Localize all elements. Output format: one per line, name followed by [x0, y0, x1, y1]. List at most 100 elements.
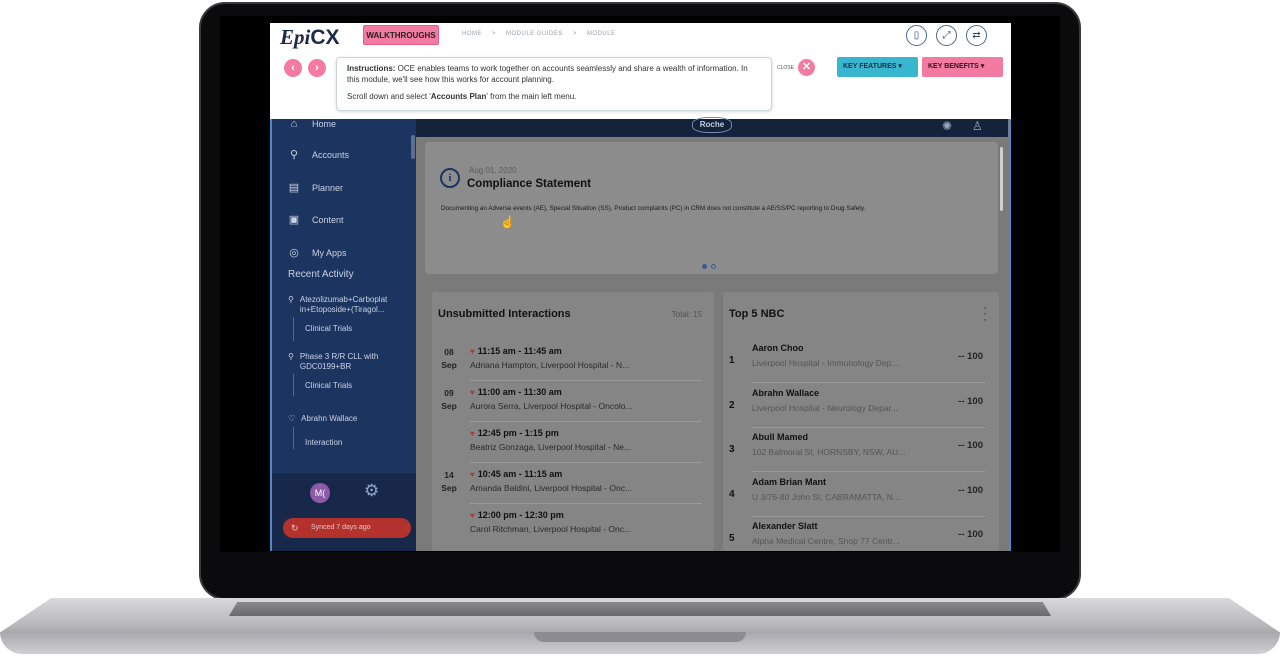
nbc-row[interactable]: 5 Alexander Slatt Alpha Medical Centre, …: [729, 521, 991, 551]
interaction-time-text: 12:45 pm - 1:15 pm: [477, 428, 559, 438]
heart-icon: ♥: [470, 511, 475, 520]
interaction-month: Sep: [441, 483, 457, 493]
tablet-icon[interactable]: ▯: [906, 25, 927, 46]
recent-activity-title: in+Etoposide+(Tiragol...: [299, 305, 385, 314]
nbc-detail: U 3/76-80 John St, CABRAMATTA, N...: [752, 492, 901, 502]
sidebar-item-planner[interactable]: ▤ Planner: [288, 179, 343, 197]
interaction-time-text: 10:45 am - 11:15 am: [477, 469, 563, 479]
interaction-time: ♥ 12:00 pm - 12:30 pm: [470, 510, 564, 520]
nbc-row[interactable]: 4 Adam Brian Mant U 3/76-80 John St, CAB…: [729, 477, 991, 521]
interaction-row[interactable]: 08 Sep ♥ 11:15 am - 11:45 am Adriana Hampt…: [438, 344, 704, 382]
recent-activity-item[interactable]: ♡ Abrahn Wallace: [288, 414, 357, 424]
walkthroughs-button[interactable]: WALKTHROUGHS: [363, 25, 439, 45]
interaction-time-text: 12:00 pm - 12:30 pm: [477, 510, 564, 520]
sync-status-button[interactable]: ↻ Synced 7 days ago: [283, 518, 411, 538]
interaction-time-text: 11:15 am - 11:45 am: [477, 346, 562, 356]
nbc-row[interactable]: 1 Aaron Choo Liverpool Hospital - Immuno…: [729, 343, 991, 387]
close-icon[interactable]: ✕: [798, 59, 815, 76]
info-icon: i: [440, 168, 460, 188]
heart-icon: ♥: [470, 388, 475, 397]
previous-step-button[interactable]: ‹: [284, 59, 302, 77]
recent-activity-item[interactable]: ⚲ Atezolizumab+Carboplat in+Etoposide+(Ti…: [288, 295, 387, 315]
sidebar-item-label: Content: [312, 215, 344, 225]
expand-icon[interactable]: ⤢: [936, 25, 957, 46]
more-menu-icon[interactable]: · · ·: [983, 301, 987, 325]
breadcrumb-module[interactable]: MODULE: [587, 31, 616, 37]
heart-icon: ♥: [470, 347, 475, 356]
instructions-box: Instructions: OCE enables teams to work …: [336, 57, 772, 111]
nbc-rank: 3: [729, 444, 735, 455]
nbc-row[interactable]: 3 Abull Mamed 102 Balmoral St, HORNSBY, …: [729, 432, 991, 476]
interaction-day: 09: [444, 388, 454, 398]
nbc-rank: 5: [729, 533, 735, 544]
roche-logo: Roche: [692, 117, 732, 133]
timeline-line: [293, 317, 294, 341]
key-benefits-label: KEY BENEFITS: [928, 63, 979, 70]
gear-icon[interactable]: ⚙: [364, 481, 379, 501]
row-divider: [752, 471, 985, 472]
carousel-dot-active[interactable]: [702, 264, 707, 269]
sidebar-item-accounts[interactable]: ⚲ Accounts: [288, 146, 349, 164]
key-features-button[interactable]: KEY FEATURES ▾: [837, 57, 918, 77]
step-navigation: ‹ ›: [284, 59, 326, 77]
sidebar-item-home[interactable]: ⌂ Home: [288, 115, 336, 133]
nbc-detail: 102 Balmoral St, HORNSBY, NSW, AU...: [752, 447, 906, 457]
clinical-trial-icon: ⚲: [288, 295, 294, 304]
interaction-date: 09 Sep: [438, 387, 460, 413]
sidebar-item-label: Home: [312, 119, 337, 129]
next-step-button[interactable]: ›: [308, 59, 326, 77]
hand-cursor-icon: ☝: [500, 215, 515, 229]
interaction-time: ♥ 11:15 am - 11:45 am: [470, 346, 562, 356]
main-scrollbar[interactable]: [1000, 147, 1003, 211]
breadcrumb-module-guides[interactable]: MODULE GUIDES: [506, 31, 563, 37]
breadcrumb-home[interactable]: HOME: [462, 31, 482, 37]
apps-icon: ◎: [289, 247, 299, 259]
chevron-down-icon: ▾: [980, 63, 985, 70]
nbc-row[interactable]: 2 Abrahn Wallace Liverpool Hospital - Ne…: [729, 388, 991, 432]
nbc-detail: Alpha Medical Centre, Shop 77 Centr...: [752, 536, 900, 546]
row-divider: [752, 382, 985, 383]
interaction-desc: Amanda Baldini, Liverpool Hospital - Onc…: [470, 483, 633, 493]
user-icon[interactable]: ♙: [972, 119, 983, 133]
presentation-icon: ▣: [288, 214, 300, 226]
sidebar-item-label: Accounts: [312, 150, 350, 160]
instructions-step-target: Accounts Plan: [430, 92, 487, 101]
key-benefits-button[interactable]: KEY BENEFITS ▾: [922, 57, 1003, 77]
interaction-desc: Adriana Hampton, Liverpool Hospital - N.…: [470, 360, 630, 370]
recent-activity-item[interactable]: ⚲ Phase 3 R/R CLL with GDC0199+BR: [288, 352, 378, 372]
interaction-day: 14: [444, 470, 454, 480]
avatar[interactable]: M(: [310, 483, 330, 503]
panel-total: Total: 15: [671, 310, 702, 319]
recent-activity-title: GDC0199+BR: [299, 362, 352, 371]
brand-logo: EpiCX: [280, 25, 340, 50]
brand-prefix: Epi: [280, 25, 311, 49]
unsubmitted-interactions-panel: Unsubmitted Interactions Total: 15 08 Sep…: [432, 292, 714, 551]
sidebar-item-content[interactable]: ▣ Content: [288, 211, 344, 229]
interaction-row[interactable]: ♥ 12:00 pm - 12:30 pm Carol Ritchman, Liv…: [438, 508, 704, 546]
interaction-desc: Carol Ritchman, Liverpool Hospital - Onc…: [470, 524, 632, 534]
nbc-name: Abull Mamed: [752, 432, 809, 442]
interaction-row[interactable]: ♥ 12:45 pm - 1:15 pm Beatriz Gonzaga, Liv…: [438, 426, 704, 464]
interaction-row[interactable]: 14 Sep ♥ 10:45 am - 11:15 am Amanda Baldin…: [438, 467, 704, 505]
instructions-step-pre: Scroll down and select ': [347, 92, 431, 101]
sidebar-item-my-apps[interactable]: ◎ My Apps: [288, 244, 346, 262]
carousel-dot[interactable]: [711, 264, 716, 269]
compliance-text: Documenting an Adverse events (AE), Spec…: [441, 205, 866, 212]
brand-suffix: CX: [310, 26, 340, 49]
nbc-detail: Liverpool Hospital - Neurology Depar...: [752, 403, 898, 413]
laptop-frame: EpiCX WALKTHROUGHS HOME > MODULE GUIDES > MO…: [0, 0, 1280, 657]
interaction-desc: Aurora Serra, Liverpool Hospital - Oncol…: [470, 401, 633, 411]
heart-icon: ♥: [470, 429, 475, 438]
interaction-row[interactable]: 09 Sep ♥ 11:00 am - 11:30 am Aurora Serra,…: [438, 385, 704, 423]
top-nbc-panel: Top 5 NBC · · · 1 Aaron Choo Liverpool Hos…: [723, 292, 999, 551]
lightbulb-icon[interactable]: ✺: [942, 119, 952, 133]
row-divider: [752, 427, 985, 428]
interaction-desc: Beatriz Gonzaga, Liverpool Hospital - Ne…: [470, 442, 632, 452]
sidebar: ⌂ Home ⚲ Accounts ▤ Planner ▣ Content ◎ My Ap…: [270, 118, 416, 551]
recent-activity-heading: Recent Activity: [288, 269, 354, 280]
switch-icon[interactable]: ⇄: [966, 25, 987, 46]
panel-title: Unsubmitted Interactions: [438, 308, 571, 320]
clinical-trial-icon: ⚲: [288, 352, 294, 361]
nbc-name: Adam Brian Mant: [752, 477, 827, 487]
sidebar-scrollbar[interactable]: [411, 135, 415, 159]
